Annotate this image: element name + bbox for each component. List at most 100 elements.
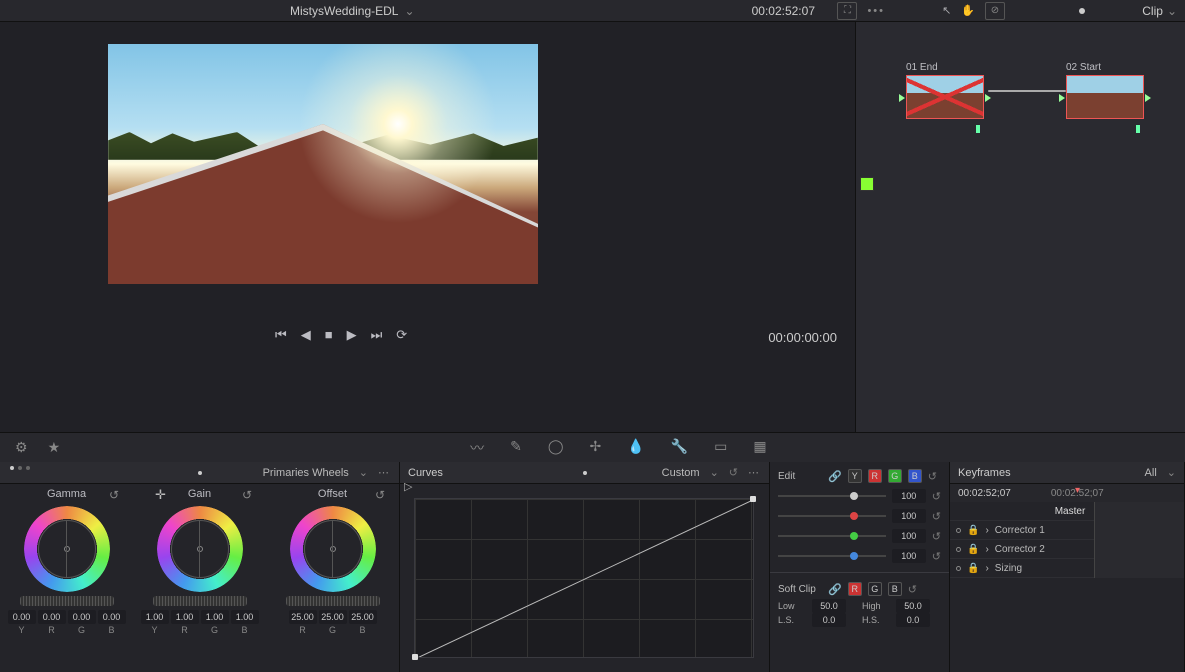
softclip-low-value[interactable]: 50.0 <box>812 599 846 613</box>
node-dot-icon <box>1079 8 1085 14</box>
node-link <box>988 90 1066 92</box>
lock-icon[interactable]: 🔒 <box>967 525 979 536</box>
window-icon[interactable]: ◯ <box>548 438 564 458</box>
intensity-y-value[interactable]: 100 <box>892 489 926 503</box>
expand-viewer-icon[interactable]: ⛶ <box>837 2 857 20</box>
channel-y-button[interactable]: Y <box>848 469 862 483</box>
gamma-r-value[interactable]: 0.00 <box>38 610 66 624</box>
softclip-high-value[interactable]: 50.0 <box>896 599 930 613</box>
intensity-r-slider[interactable] <box>778 515 886 517</box>
first-frame-icon[interactable]: ⏮ <box>275 327 287 343</box>
position-timecode[interactable]: 00:00:00:00 <box>768 330 837 345</box>
keyframe-track-row[interactable]: 🔒› Sizing <box>950 559 1184 578</box>
softclip-ls-value[interactable]: 0.0 <box>812 613 846 627</box>
color-match-icon[interactable]: ★ <box>48 439 61 456</box>
channel-b-button[interactable]: B <box>908 469 922 483</box>
sc-g-button[interactable]: G <box>868 582 882 596</box>
softclip-reset-icon[interactable]: ↺ <box>908 583 917 596</box>
softclip-hs-value[interactable]: 0.0 <box>896 613 930 627</box>
viewer-options-icon[interactable]: ••• <box>867 5 885 17</box>
link-icon[interactable]: 🔗 <box>828 583 842 596</box>
gamma-y-value[interactable]: 0.00 <box>8 610 36 624</box>
curve-editor[interactable] <box>414 498 754 658</box>
node-graph-panel[interactable]: 01 End 02 Start <box>855 22 1185 432</box>
curve-point-white[interactable] <box>750 496 756 502</box>
channel-r-button[interactable]: R <box>868 469 882 483</box>
reset-icon[interactable]: ↺ <box>932 490 941 503</box>
blur-icon[interactable]: 💧 <box>627 438 644 458</box>
key-icon[interactable]: 🔧 <box>671 438 688 458</box>
intensity-b-slider[interactable] <box>778 555 886 557</box>
qualifier-icon[interactable]: ✎ <box>510 438 522 458</box>
reset-icon[interactable]: ↺ <box>932 550 941 563</box>
gamma-b-value[interactable]: 0.00 <box>98 610 126 624</box>
play-icon[interactable]: ▶ <box>347 327 357 343</box>
link-icon[interactable]: 🔗 <box>828 470 842 483</box>
viewer-timecode: 00:02:52:07 <box>752 4 815 18</box>
loop-icon[interactable]: ⟳ <box>396 327 407 343</box>
sizing-icon[interactable]: ▭ <box>714 438 727 458</box>
gain-jog[interactable] <box>153 596 247 606</box>
offset-label: Offset <box>318 488 347 500</box>
curves-options-icon[interactable]: ⋯ <box>748 466 761 479</box>
node-mode-dropdown[interactable]: Clip <box>1142 4 1177 18</box>
picker-icon[interactable]: ✛ <box>155 487 166 503</box>
edit-label: Edit <box>778 471 822 482</box>
lock-icon[interactable]: 🔒 <box>967 563 979 574</box>
reset-icon[interactable]: ↺ <box>932 510 941 523</box>
offset-jog[interactable] <box>286 596 380 606</box>
transport-controls: ⏮ ◀ ■ ▶ ⏭ ⟳ <box>275 327 407 343</box>
channel-g-button[interactable]: G <box>888 469 902 483</box>
curves-reset-icon[interactable]: ↺ <box>729 466 738 479</box>
primaries-wheels-panel: Primaries Wheels ⌄ ⋯ Gamma ↺ 0.00 0.00 0… <box>0 462 400 672</box>
gain-reset-icon[interactable]: ↺ <box>242 488 252 502</box>
gamma-jog[interactable] <box>20 596 114 606</box>
curves-mode-dropdown[interactable]: Custom <box>662 467 700 479</box>
lock-icon[interactable]: 🔒 <box>967 544 979 555</box>
edit-reset-icon[interactable]: ↺ <box>928 470 937 483</box>
last-frame-icon[interactable]: ⏭ <box>371 327 383 343</box>
pointer-tool-icon[interactable]: ↖ <box>942 4 951 17</box>
offset-reset-icon[interactable]: ↺ <box>375 488 385 502</box>
gamma-g-value[interactable]: 0.00 <box>68 610 96 624</box>
stop-icon[interactable]: ■ <box>325 327 333 343</box>
keyframe-track-row[interactable]: 🔒› Corrector 1 <box>950 521 1184 540</box>
curves-icon[interactable]: 〰 <box>470 438 484 458</box>
node-01[interactable]: 01 End <box>906 62 984 119</box>
intensity-b-value[interactable]: 100 <box>892 549 926 563</box>
keyframe-master-row[interactable]: Master <box>950 502 1184 521</box>
preview-image[interactable] <box>108 44 538 284</box>
intensity-g-slider[interactable] <box>778 535 886 537</box>
wheels-options-icon[interactable]: ⋯ <box>378 466 391 479</box>
project-name-dropdown[interactable]: MistysWedding-EDL <box>290 4 415 18</box>
tracker-icon[interactable]: ✢ <box>590 438 602 458</box>
gamma-label: Gamma <box>47 488 86 500</box>
hand-tool-icon[interactable]: ✋ <box>961 4 975 17</box>
3d-icon[interactable]: ▦ <box>753 438 766 458</box>
wheels-mode-dropdown[interactable]: Primaries Wheels <box>263 467 349 479</box>
camera-raw-icon[interactable]: ⚙ <box>15 439 28 456</box>
gain-label: Gain <box>188 488 211 500</box>
intensity-g-value[interactable]: 100 <box>892 529 926 543</box>
softclip-label: Soft Clip <box>778 584 822 595</box>
intensity-r-value[interactable]: 100 <box>892 509 926 523</box>
source-input-icon[interactable] <box>860 177 874 191</box>
curve-drag-handle-icon[interactable]: ▷ <box>404 480 412 493</box>
sc-r-button[interactable]: R <box>848 582 862 596</box>
palette-bar: ⚙ ★ 〰 ✎ ◯ ✢ 💧 🔧 ▭ ▦ <box>0 432 1185 462</box>
reset-icon[interactable]: ↺ <box>932 530 941 543</box>
curve-edit-panel: Edit 🔗 Y R G B ↺ 100↺ 100↺ 100↺ 100↺ Sof… <box>770 462 950 672</box>
disable-tool-icon[interactable]: ⊘ <box>985 2 1005 20</box>
node-02[interactable]: 02 Start <box>1066 62 1144 119</box>
intensity-y-slider[interactable] <box>778 495 886 497</box>
keyframe-track-row[interactable]: 🔒› Corrector 2 <box>950 540 1184 559</box>
sc-b-button[interactable]: B <box>888 582 902 596</box>
keyframes-filter-dropdown[interactable]: All <box>1145 467 1157 479</box>
playhead-icon[interactable]: ▾ <box>1075 485 1080 496</box>
curves-title: Curves <box>408 467 443 479</box>
curve-point-black[interactable] <box>412 654 418 660</box>
step-back-icon[interactable]: ◀ <box>301 327 311 343</box>
gamma-reset-icon[interactable]: ↺ <box>109 488 119 502</box>
keyframe-timeline-header[interactable]: 00:02:52;07 ▾ 00:02:52;07 <box>950 484 1184 502</box>
gain-wheel-group: ✛ Gain ↺ 1.00 1.00 1.00 1.00 YRGB <box>137 488 262 635</box>
